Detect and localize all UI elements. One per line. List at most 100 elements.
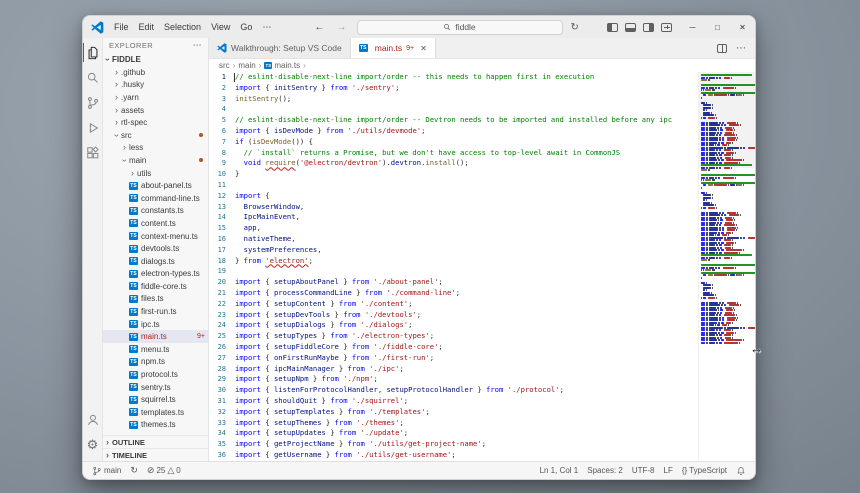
notifications-button[interactable] bbox=[736, 466, 746, 476]
code-line-33[interactable]: 33import { setupThemes } from './themes'… bbox=[209, 418, 698, 429]
file-fiddle-core.ts[interactable]: TSfiddle-core.ts bbox=[103, 280, 208, 293]
code-line-29[interactable]: 29import { setupNpm } from './npm'; bbox=[209, 374, 698, 385]
menu-file[interactable]: File bbox=[109, 16, 134, 38]
code-line-34[interactable]: 34import { setupUpdates } from './update… bbox=[209, 428, 698, 439]
activity-run-debug[interactable] bbox=[83, 115, 103, 140]
command-center-search[interactable]: fiddle bbox=[357, 20, 563, 35]
file-squirrel.ts[interactable]: TSsquirrel.ts bbox=[103, 393, 208, 406]
menu-edit[interactable]: Edit bbox=[134, 16, 160, 38]
folder-src[interactable]: ›src bbox=[103, 129, 208, 142]
minimize-button[interactable]: ─ bbox=[680, 16, 705, 38]
code-line-4[interactable]: 4 bbox=[209, 104, 698, 115]
file-ipc.ts[interactable]: TSipc.ts bbox=[103, 318, 208, 331]
code-line-22[interactable]: 22import { setupContent } from './conten… bbox=[209, 299, 698, 310]
project-root-row[interactable]: › FIDDLE bbox=[103, 53, 208, 66]
file-about-panel.ts[interactable]: TSabout-panel.ts bbox=[103, 179, 208, 192]
breadcrumb-main[interactable]: main bbox=[238, 61, 255, 70]
activity-explorer[interactable] bbox=[83, 40, 103, 65]
file-electron-types.ts[interactable]: TSelectron-types.ts bbox=[103, 268, 208, 281]
code-line-18[interactable]: 18} from 'electron'; bbox=[209, 256, 698, 267]
code-line-14[interactable]: 14 IpcMainEvent, bbox=[209, 212, 698, 223]
code-line-5[interactable]: 5// eslint-disable-next-line import/orde… bbox=[209, 115, 698, 126]
toggle-secondary-sidebar-icon[interactable] bbox=[643, 23, 654, 32]
code-line-9[interactable]: 9 void require('@electron/devtron').devt… bbox=[209, 158, 698, 169]
file-dialogs.ts[interactable]: TSdialogs.ts bbox=[103, 255, 208, 268]
status-problems[interactable]: ⊘ 25 △ 0 bbox=[147, 466, 181, 475]
folder-.husky[interactable]: ›.husky bbox=[103, 79, 208, 92]
outline-section[interactable]: › OUTLINE bbox=[103, 435, 208, 448]
file-constants.ts[interactable]: TSconstants.ts bbox=[103, 205, 208, 218]
file-themes.ts[interactable]: TSthemes.ts bbox=[103, 419, 208, 432]
code-line-3[interactable]: 3initSentry(); bbox=[209, 94, 698, 105]
code-line-36[interactable]: 36import { getUsername } from './utils/g… bbox=[209, 450, 698, 461]
breadcrumb-src[interactable]: src bbox=[219, 61, 230, 70]
code-line-19[interactable]: 19 bbox=[209, 266, 698, 277]
close-tab-icon[interactable]: ✕ bbox=[420, 44, 427, 53]
refresh-icon[interactable]: ↻ bbox=[571, 22, 579, 33]
close-button[interactable]: ✕ bbox=[730, 16, 755, 38]
folder-utils[interactable]: ›utils bbox=[103, 167, 208, 180]
tab-walkthrough[interactable]: Walkthrough: Setup VS Code bbox=[209, 38, 351, 58]
file-menu.ts[interactable]: TSmenu.ts bbox=[103, 343, 208, 356]
folder-.yarn[interactable]: ›.yarn bbox=[103, 91, 208, 104]
status-sync[interactable]: ↻ bbox=[130, 466, 138, 475]
file-main.ts[interactable]: TSmain.ts9+ bbox=[103, 330, 208, 343]
status-cursor-position[interactable]: Ln 1, Col 1 bbox=[540, 466, 579, 475]
status-eol[interactable]: LF bbox=[664, 466, 673, 475]
file-files.ts[interactable]: TSfiles.ts bbox=[103, 293, 208, 306]
forward-arrow-icon[interactable]: → bbox=[335, 22, 349, 33]
code-line-21[interactable]: 21import { processCommandLine } from './… bbox=[209, 288, 698, 299]
code-line-23[interactable]: 23import { setupDevTools } from './devto… bbox=[209, 310, 698, 321]
file-context-menu.ts[interactable]: TScontext-menu.ts bbox=[103, 230, 208, 243]
file-npm.ts[interactable]: TSnpm.ts bbox=[103, 356, 208, 369]
code-line-31[interactable]: 31import { shouldQuit } from './squirrel… bbox=[209, 396, 698, 407]
file-content.ts[interactable]: TScontent.ts bbox=[103, 217, 208, 230]
code-line-32[interactable]: 32import { setupTemplates } from './temp… bbox=[209, 407, 698, 418]
toggle-sidebar-icon[interactable] bbox=[607, 23, 618, 32]
tab-main-ts[interactable]: TS main.ts 9+ ✕ bbox=[351, 38, 436, 58]
menu-view[interactable]: View bbox=[206, 16, 235, 38]
menu-go[interactable]: Go bbox=[235, 16, 257, 38]
split-editor-icon[interactable] bbox=[717, 44, 727, 53]
code-line-35[interactable]: 35import { getProjectName } from './util… bbox=[209, 439, 698, 450]
code-line-24[interactable]: 24import { setupDialogs } from './dialog… bbox=[209, 320, 698, 331]
code-line-8[interactable]: 8 // `install` returns a Promise, but we… bbox=[209, 148, 698, 159]
code-line-15[interactable]: 15 app, bbox=[209, 223, 698, 234]
code-line-26[interactable]: 26import { setupFiddleCore } from './fid… bbox=[209, 342, 698, 353]
editor-more-icon[interactable]: ⋯ bbox=[736, 43, 746, 54]
menu-more[interactable]: ⋯ bbox=[257, 16, 276, 38]
code-line-27[interactable]: 27import { onFirstRunMaybe } from './fir… bbox=[209, 353, 698, 364]
status-language[interactable]: {} TypeScript bbox=[682, 466, 727, 475]
status-indentation[interactable]: Spaces: 2 bbox=[587, 466, 623, 475]
code-line-7[interactable]: 7if (isDevMode()) { bbox=[209, 137, 698, 148]
toggle-panel-icon[interactable] bbox=[625, 23, 636, 32]
activity-extensions[interactable] bbox=[83, 140, 103, 165]
code-line-10[interactable]: 10} bbox=[209, 169, 698, 180]
file-devtools.ts[interactable]: TSdevtools.ts bbox=[103, 242, 208, 255]
file-sentry.ts[interactable]: TSsentry.ts bbox=[103, 381, 208, 394]
code-line-11[interactable]: 11 bbox=[209, 180, 698, 191]
timeline-section[interactable]: › TIMELINE bbox=[103, 448, 208, 461]
customize-layout-icon[interactable] bbox=[661, 23, 672, 32]
status-encoding[interactable]: UTF-8 bbox=[632, 466, 655, 475]
file-protocol.ts[interactable]: TSprotocol.ts bbox=[103, 368, 208, 381]
code-line-20[interactable]: 20import { setupAboutPanel } from './abo… bbox=[209, 277, 698, 288]
code-line-1[interactable]: 1// eslint-disable-next-line import/orde… bbox=[209, 72, 698, 83]
back-arrow-icon[interactable]: ← bbox=[313, 22, 327, 33]
activity-source-control[interactable] bbox=[83, 90, 103, 115]
file-command-line.ts[interactable]: TScommand-line.ts bbox=[103, 192, 208, 205]
folder-rtl-spec[interactable]: ›rtl-spec bbox=[103, 116, 208, 129]
explorer-more-icon[interactable]: ⋯ bbox=[193, 40, 202, 51]
code-line-13[interactable]: 13 BrowserWindow, bbox=[209, 202, 698, 213]
code-line-25[interactable]: 25import { setupTypes } from './electron… bbox=[209, 331, 698, 342]
account-button[interactable] bbox=[83, 407, 103, 432]
breadcrumb-file[interactable]: TS main.ts bbox=[264, 61, 300, 70]
code-line-28[interactable]: 28import { ipcMainManager } from './ipc'… bbox=[209, 364, 698, 375]
settings-button[interactable]: ⚙ bbox=[83, 432, 103, 457]
folder-.github[interactable]: ›.github bbox=[103, 66, 208, 79]
code-line-2[interactable]: 2import { initSentry } from './sentry'; bbox=[209, 83, 698, 94]
code-line-17[interactable]: 17 systemPreferences, bbox=[209, 245, 698, 256]
code-lines[interactable]: 1// eslint-disable-next-line import/orde… bbox=[209, 72, 698, 461]
activity-search[interactable] bbox=[83, 65, 103, 90]
menu-selection[interactable]: Selection bbox=[159, 16, 206, 38]
